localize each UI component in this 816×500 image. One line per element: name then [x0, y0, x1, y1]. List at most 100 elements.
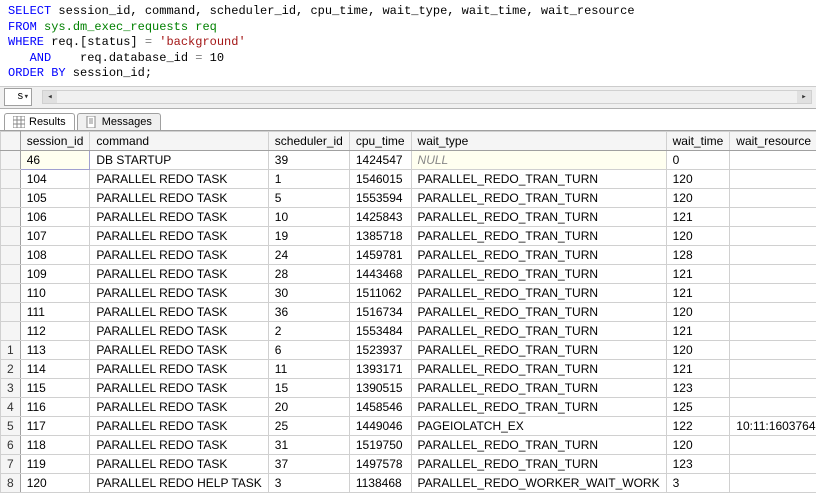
- cell-cpu_time[interactable]: 1511062: [349, 283, 411, 302]
- cell-wait_type[interactable]: PARALLEL_REDO_TRAN_TURN: [411, 435, 666, 454]
- cell-command[interactable]: PARALLEL REDO HELP TASK: [90, 473, 268, 492]
- cell-cpu_time[interactable]: 1458546: [349, 397, 411, 416]
- cell-command[interactable]: PARALLEL REDO TASK: [90, 378, 268, 397]
- cell-wait_time[interactable]: 128: [666, 245, 730, 264]
- cell-wait_time[interactable]: 121: [666, 264, 730, 283]
- col-wait-time[interactable]: wait_time: [666, 131, 730, 150]
- cell-session_id[interactable]: 117: [20, 416, 90, 435]
- col-scheduler-id[interactable]: scheduler_id: [268, 131, 349, 150]
- cell-wait_resource[interactable]: [730, 454, 816, 473]
- cell-cpu_time[interactable]: 1546015: [349, 169, 411, 188]
- table-row[interactable]: 1113PARALLEL REDO TASK61523937PARALLEL_R…: [1, 340, 816, 359]
- cell-wait_type[interactable]: PARALLEL_REDO_TRAN_TURN: [411, 207, 666, 226]
- cell-wait_resource[interactable]: [730, 169, 816, 188]
- cell-scheduler_id[interactable]: 11: [268, 359, 349, 378]
- cell-wait_type[interactable]: PARALLEL_REDO_TRAN_TURN: [411, 245, 666, 264]
- cell-wait_type[interactable]: PARALLEL_REDO_TRAN_TURN: [411, 169, 666, 188]
- cell-command[interactable]: PARALLEL REDO TASK: [90, 359, 268, 378]
- scroll-right-icon[interactable]: ▸: [797, 91, 811, 103]
- cell-command[interactable]: DB STARTUP: [90, 150, 268, 169]
- col-cpu-time[interactable]: cpu_time: [349, 131, 411, 150]
- cell-wait_type[interactable]: PARALLEL_REDO_TRAN_TURN: [411, 340, 666, 359]
- cell-session_id[interactable]: 118: [20, 435, 90, 454]
- cell-cpu_time[interactable]: 1553594: [349, 188, 411, 207]
- cell-wait_time[interactable]: 122: [666, 416, 730, 435]
- cell-wait_time[interactable]: 121: [666, 321, 730, 340]
- table-row[interactable]: 3115PARALLEL REDO TASK151390515PARALLEL_…: [1, 378, 816, 397]
- cell-command[interactable]: PARALLEL REDO TASK: [90, 188, 268, 207]
- cell-wait_type[interactable]: PARALLEL_REDO_TRAN_TURN: [411, 264, 666, 283]
- cell-cpu_time[interactable]: 1385718: [349, 226, 411, 245]
- cell-scheduler_id[interactable]: 39: [268, 150, 349, 169]
- cell-wait_resource[interactable]: [730, 321, 816, 340]
- cell-wait_resource[interactable]: [730, 245, 816, 264]
- cell-wait_time[interactable]: 121: [666, 359, 730, 378]
- cell-cpu_time[interactable]: 1393171: [349, 359, 411, 378]
- cell-wait_type[interactable]: PARALLEL_REDO_TRAN_TURN: [411, 454, 666, 473]
- cell-wait_time[interactable]: 123: [666, 454, 730, 473]
- cell-wait_type[interactable]: PARALLEL_REDO_TRAN_TURN: [411, 378, 666, 397]
- cell-wait_time[interactable]: 120: [666, 302, 730, 321]
- cell-session_id[interactable]: 116: [20, 397, 90, 416]
- cell-session_id[interactable]: 109: [20, 264, 90, 283]
- cell-cpu_time[interactable]: 1523937: [349, 340, 411, 359]
- cell-session_id[interactable]: 114: [20, 359, 90, 378]
- cell-scheduler_id[interactable]: 2: [268, 321, 349, 340]
- cell-wait_time[interactable]: 120: [666, 340, 730, 359]
- col-wait-type[interactable]: wait_type: [411, 131, 666, 150]
- cell-wait_time[interactable]: 121: [666, 207, 730, 226]
- cell-scheduler_id[interactable]: 1: [268, 169, 349, 188]
- cell-wait_time[interactable]: 120: [666, 188, 730, 207]
- cell-command[interactable]: PARALLEL REDO TASK: [90, 454, 268, 473]
- cell-scheduler_id[interactable]: 19: [268, 226, 349, 245]
- cell-command[interactable]: PARALLEL REDO TASK: [90, 226, 268, 245]
- cell-scheduler_id[interactable]: 15: [268, 378, 349, 397]
- cell-wait_resource[interactable]: [730, 283, 816, 302]
- table-row[interactable]: 6118PARALLEL REDO TASK311519750PARALLEL_…: [1, 435, 816, 454]
- horizontal-scrollbar[interactable]: ◂ ▸: [42, 90, 812, 104]
- tab-messages[interactable]: Messages: [77, 113, 161, 130]
- cell-scheduler_id[interactable]: 25: [268, 416, 349, 435]
- cell-scheduler_id[interactable]: 24: [268, 245, 349, 264]
- cell-session_id[interactable]: 105: [20, 188, 90, 207]
- cell-wait_resource[interactable]: [730, 359, 816, 378]
- cell-wait_resource[interactable]: [730, 226, 816, 245]
- cell-scheduler_id[interactable]: 28: [268, 264, 349, 283]
- cell-wait_resource[interactable]: [730, 264, 816, 283]
- cell-cpu_time[interactable]: 1424547: [349, 150, 411, 169]
- cell-wait_time[interactable]: 120: [666, 226, 730, 245]
- cell-cpu_time[interactable]: 1425843: [349, 207, 411, 226]
- cell-scheduler_id[interactable]: 36: [268, 302, 349, 321]
- cell-command[interactable]: PARALLEL REDO TASK: [90, 302, 268, 321]
- cell-command[interactable]: PARALLEL REDO TASK: [90, 397, 268, 416]
- table-row[interactable]: 107PARALLEL REDO TASK191385718PARALLEL_R…: [1, 226, 816, 245]
- cell-wait_type[interactable]: PARALLEL_REDO_TRAN_TURN: [411, 359, 666, 378]
- cell-session_id[interactable]: 108: [20, 245, 90, 264]
- cell-wait_resource[interactable]: [730, 473, 816, 492]
- table-row[interactable]: 111PARALLEL REDO TASK361516734PARALLEL_R…: [1, 302, 816, 321]
- cell-cpu_time[interactable]: 1497578: [349, 454, 411, 473]
- cell-scheduler_id[interactable]: 20: [268, 397, 349, 416]
- dropdown-small[interactable]: s ▾: [4, 88, 32, 106]
- table-row[interactable]: 5117PARALLEL REDO TASK251449046PAGEIOLAT…: [1, 416, 816, 435]
- table-row[interactable]: 105PARALLEL REDO TASK51553594PARALLEL_RE…: [1, 188, 816, 207]
- cell-cpu_time[interactable]: 1459781: [349, 245, 411, 264]
- cell-wait_resource[interactable]: [730, 435, 816, 454]
- results-table[interactable]: session_id command scheduler_id cpu_time…: [0, 131, 816, 493]
- tab-results[interactable]: Results: [4, 113, 75, 130]
- table-row[interactable]: 106PARALLEL REDO TASK101425843PARALLEL_R…: [1, 207, 816, 226]
- table-row[interactable]: 8120PARALLEL REDO HELP TASK31138468PARAL…: [1, 473, 816, 492]
- cell-command[interactable]: PARALLEL REDO TASK: [90, 245, 268, 264]
- cell-session_id[interactable]: 113: [20, 340, 90, 359]
- table-row[interactable]: 104PARALLEL REDO TASK11546015PARALLEL_RE…: [1, 169, 816, 188]
- cell-wait_type[interactable]: PARALLEL_REDO_TRAN_TURN: [411, 226, 666, 245]
- cell-session_id[interactable]: 111: [20, 302, 90, 321]
- cell-session_id[interactable]: 107: [20, 226, 90, 245]
- table-row[interactable]: 4116PARALLEL REDO TASK201458546PARALLEL_…: [1, 397, 816, 416]
- cell-command[interactable]: PARALLEL REDO TASK: [90, 207, 268, 226]
- table-row[interactable]: 112PARALLEL REDO TASK21553484PARALLEL_RE…: [1, 321, 816, 340]
- cell-session_id[interactable]: 46: [20, 150, 90, 169]
- results-grid[interactable]: session_id command scheduler_id cpu_time…: [0, 131, 816, 500]
- cell-wait_time[interactable]: 3: [666, 473, 730, 492]
- cell-cpu_time[interactable]: 1390515: [349, 378, 411, 397]
